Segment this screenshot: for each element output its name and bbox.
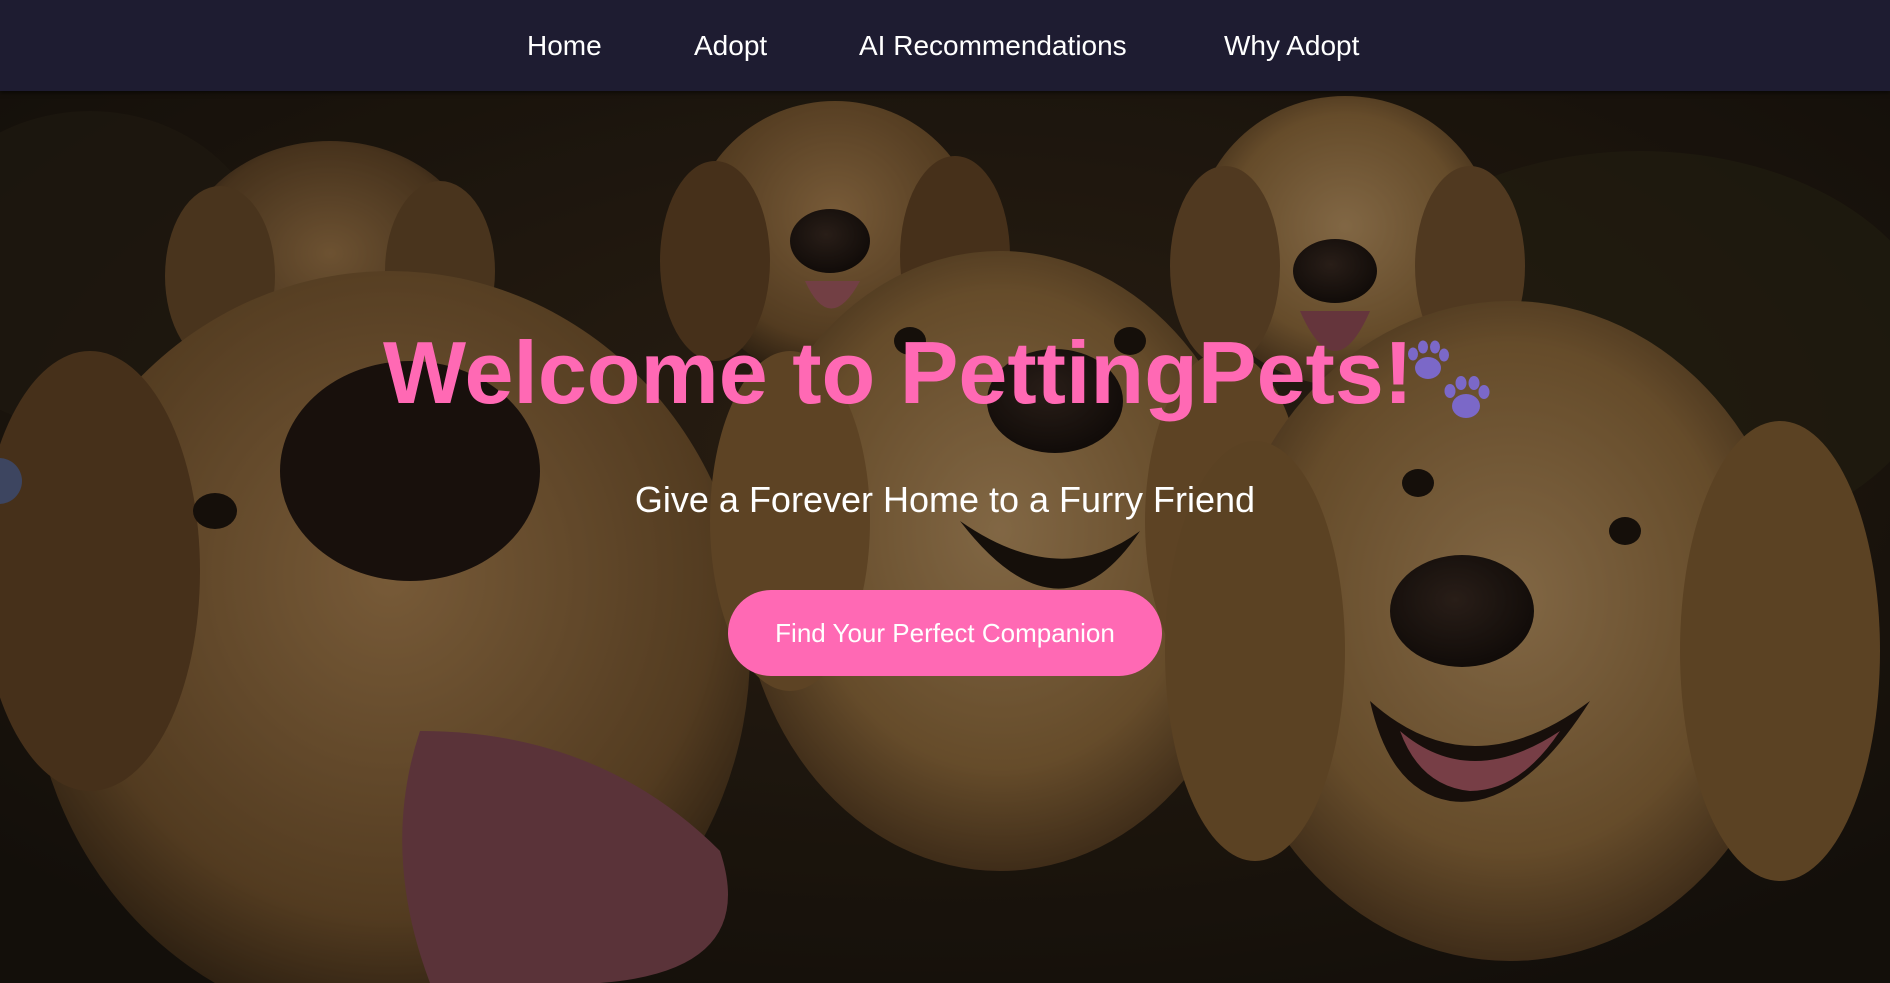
find-companion-button[interactable]: Find Your Perfect Companion	[728, 590, 1162, 676]
hero-subtitle: Give a Forever Home to a Furry Friend	[634, 479, 1256, 520]
hero-title: Welcome to PettingPets!	[383, 323, 1414, 422]
nav-why-adopt-link[interactable]: Why Adopt	[1224, 28, 1359, 64]
hero-dark-overlay	[0, 91, 1890, 983]
paw-prints-icon	[1408, 340, 1490, 418]
nav-adopt-link[interactable]: Adopt	[694, 28, 767, 64]
hero-section	[0, 91, 1890, 983]
nav-home-link[interactable]: Home	[527, 28, 602, 64]
nav-ai-recommendations-link[interactable]: AI Recommendations	[859, 28, 1127, 64]
top-navigation: Home Adopt AI Recommendations Why Adopt	[0, 0, 1890, 91]
page: Home Adopt AI Recommendations Why Adopt	[0, 0, 1890, 983]
